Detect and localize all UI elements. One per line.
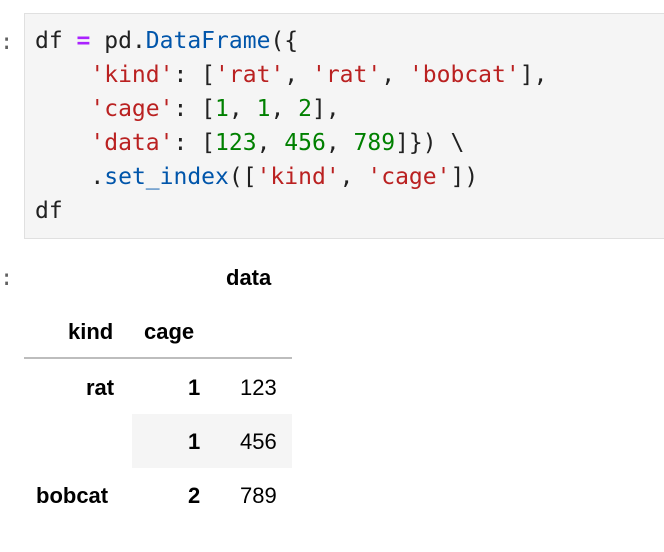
code-token: set_index — [104, 164, 229, 190]
code-token: pd. — [90, 28, 146, 54]
code-line: df — [35, 194, 63, 228]
code-token: ]}) \ — [395, 130, 465, 156]
code-token: 'rat' — [311, 62, 382, 88]
header-divider — [24, 357, 292, 359]
code-line: 'kind': ['rat', 'rat', 'bobcat'], — [35, 58, 547, 92]
row-cage: 1 — [188, 375, 201, 400]
row-data: 123 — [240, 375, 277, 400]
code-line: .set_index(['kind', 'cage']) — [35, 160, 478, 194]
code-token: ], — [519, 62, 548, 88]
code-token: 'cage' — [90, 96, 174, 122]
row-cage: 2 — [188, 483, 201, 508]
code-token: 'rat' — [215, 62, 285, 88]
code-token: 'kind' — [90, 62, 174, 88]
row-cage: 1 — [188, 429, 201, 454]
row-kind: bobcat — [36, 483, 109, 508]
row-kind: rat — [86, 375, 115, 400]
code-line: df = pd.DataFrame({ — [35, 24, 298, 58]
code-token: , — [381, 62, 409, 88]
code-token: 'data' — [90, 130, 174, 156]
code-token: , — [325, 130, 354, 156]
column-header-data: data — [226, 265, 272, 290]
code-token: . — [35, 164, 105, 190]
code-token: 789 — [353, 130, 396, 156]
code-token: , — [256, 130, 285, 156]
code-token: : [ — [173, 130, 216, 156]
code-token: ], — [312, 96, 340, 122]
code-token: = — [76, 28, 91, 54]
code-token: , — [284, 62, 312, 88]
index-name-cage: cage — [144, 319, 195, 344]
code-token: : [ — [173, 62, 216, 88]
row-data: 789 — [240, 483, 277, 508]
row-data: 456 — [240, 429, 277, 454]
code-token: ({ — [270, 28, 299, 54]
code-token: , — [270, 96, 299, 122]
code-cell[interactable]: df = pd.DataFrame({ 'kind': ['rat', 'rat… — [24, 13, 664, 239]
index-name-kind: kind — [68, 319, 114, 344]
code-line: 'data': [123, 456, 789]}) \ — [35, 126, 464, 160]
code-token: 1 — [215, 96, 229, 122]
code-token: 123 — [215, 130, 257, 156]
code-token: 'cage' — [367, 164, 451, 190]
code-token: df — [35, 198, 63, 224]
code-token: ]) — [450, 164, 479, 190]
code-token: 1 — [256, 96, 271, 122]
code-token: 2 — [298, 96, 313, 122]
code-token: ([ — [228, 164, 257, 190]
code-token: , — [228, 96, 257, 122]
code-token: df — [35, 28, 77, 54]
code-token: 'kind' — [256, 164, 340, 190]
code-token: : [ — [173, 96, 216, 122]
code-token: , — [339, 164, 368, 190]
code-token: 'bobcat' — [408, 62, 520, 88]
input-prompt: : — [0, 30, 14, 55]
code-line: 'cage': [1, 1, 2], — [35, 92, 340, 126]
code-token: 456 — [284, 130, 326, 156]
code-token: DataFrame — [145, 28, 271, 54]
output-prompt: : — [0, 266, 14, 291]
